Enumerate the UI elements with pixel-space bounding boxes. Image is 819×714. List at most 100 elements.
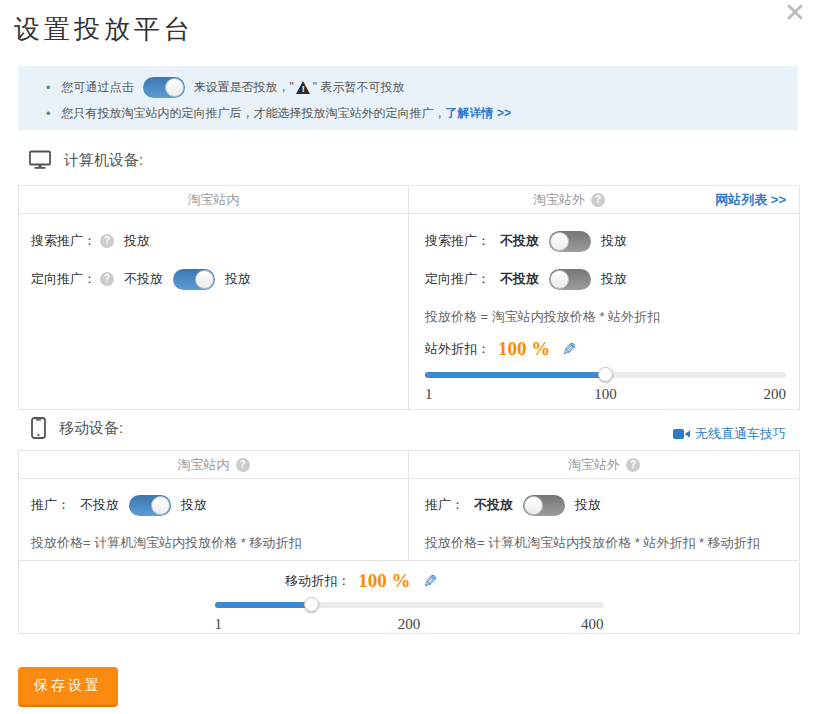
slider-max-label: 200	[764, 386, 787, 403]
wireless-tips-link[interactable]: 无线直通车技巧	[673, 425, 786, 443]
computer-offsite-cell: 搜索推广： 不投放 投放 定向推广： 不投放 投放 投放价格 = 淘宝站内投放价…	[409, 214, 799, 409]
discount-label: 移动折扣：	[285, 572, 350, 590]
discount-label: 站外折扣：	[425, 340, 490, 358]
header-label: 淘宝站外	[568, 456, 620, 474]
mobile-onsite-cell: 推广： 不投放 投放 投放价格= 计算机淘宝站内投放价格 * 移动折扣	[19, 479, 409, 560]
save-settings-button[interactable]: 保存设置	[18, 667, 118, 707]
learn-more-link[interactable]: 了解详情 >>	[446, 105, 511, 122]
edit-pencil-icon[interactable]: ✎	[562, 339, 576, 360]
phone-icon	[31, 417, 46, 439]
mobile-discount-line: 移动折扣： 100 % ✎	[0, 569, 751, 593]
off-label: 不投放	[500, 270, 539, 288]
bullet-icon: •	[46, 80, 51, 95]
slider-mid-label: 200	[398, 616, 421, 633]
slider-fill	[215, 602, 312, 608]
notice-text: " 表示暂不可投放	[313, 79, 405, 96]
on-label: 投放	[601, 270, 627, 288]
toggle-knob	[550, 270, 569, 289]
state-label: 投放	[124, 232, 150, 250]
toggle-knob	[524, 496, 543, 515]
slider-track[interactable]	[215, 602, 604, 608]
mobile-offsite-toggle[interactable]	[523, 495, 565, 516]
toggle-knob	[550, 232, 569, 251]
toggle-knob	[195, 270, 214, 289]
targeted-onsite-toggle[interactable]	[173, 269, 215, 290]
notice-box: • 您可通过点击 来设置是否投放，" ! " 表示暂不可投放 • 您只有投放淘宝…	[18, 66, 798, 130]
promo-row: 推广： 不投放 投放	[425, 492, 799, 518]
targeted-promo-row: 定向推广： ? 不投放 投放	[31, 266, 408, 292]
mobile-offsite-cell: 推广： 不投放 投放 投放价格= 计算机淘宝站内投放价格 * 站外折扣 * 移动…	[409, 479, 799, 560]
computer-onsite-cell: 搜索推广： ? 投放 定向推广： ? 不投放 投放	[19, 214, 409, 409]
help-icon[interactable]: ?	[626, 458, 640, 472]
slider-fill	[425, 372, 606, 378]
mobile-onsite-header: 淘宝站内 ?	[19, 451, 409, 478]
help-icon[interactable]: ?	[236, 458, 250, 472]
slider-min-label: 1	[425, 386, 433, 403]
promo-row: 推广： 不投放 投放	[31, 492, 408, 518]
search-offsite-toggle[interactable]	[549, 231, 591, 252]
discount-value: 100 %	[358, 570, 410, 592]
mobile-section-label: 移动设备:	[59, 419, 123, 438]
computer-section-label: 计算机设备:	[64, 151, 143, 170]
on-label: 投放	[225, 270, 251, 288]
warning-icon: !	[296, 81, 311, 94]
slider-min-label: 1	[215, 616, 223, 633]
monitor-icon	[29, 150, 51, 170]
row-label: 定向推广：	[425, 270, 490, 288]
off-label: 不投放	[474, 496, 513, 514]
row-label: 定向推广：	[31, 270, 96, 288]
price-formula: 投放价格= 计算机淘宝站内投放价格 * 移动折扣	[31, 530, 408, 556]
mobile-discount-row: 移动折扣： 100 % ✎ 1 200 400	[19, 560, 799, 632]
notice-text: 来设置是否投放，"	[194, 79, 294, 96]
mobile-onsite-toggle[interactable]	[129, 495, 171, 516]
mobile-table-header: 淘宝站内 ? 淘宝站外 ?	[19, 451, 799, 479]
on-label: 投放	[181, 496, 207, 514]
targeted-promo-row: 定向推广： 不投放 投放	[425, 266, 799, 292]
notice-line-2: • 您只有投放淘宝站内的定向推广后，才能选择投放淘宝站外的定向推广， 了解详情 …	[46, 102, 798, 124]
mobile-offsite-header: 淘宝站外 ?	[409, 451, 799, 478]
price-formula: 投放价格 = 淘宝站内投放价格 * 站外折扣	[425, 304, 799, 330]
toggle-knob	[151, 496, 170, 515]
close-icon[interactable]	[787, 4, 803, 24]
website-list-link[interactable]: 网站列表 >>	[715, 191, 786, 209]
mobile-table: 淘宝站内 ? 淘宝站外 ? 推广： 不投放 投放 投放价格= 计算机淘宝站内投放…	[18, 450, 800, 634]
slider-max-label: 400	[581, 616, 604, 633]
computer-section-header: 计算机设备:	[29, 150, 143, 170]
off-label: 不投放	[80, 496, 119, 514]
slider-mid-label: 100	[594, 386, 617, 403]
header-label: 淘宝站内	[188, 191, 240, 209]
on-label: 投放	[575, 496, 601, 514]
bullet-icon: •	[46, 106, 51, 121]
computer-table-header: 淘宝站内 淘宝站外 ? 网站列表 >>	[19, 186, 799, 214]
off-label: 不投放	[124, 270, 163, 288]
page-title: 设置投放平台	[14, 12, 194, 47]
row-label: 推广：	[425, 496, 464, 514]
discount-value: 100 %	[498, 338, 550, 360]
slider-handle[interactable]	[598, 367, 613, 382]
search-promo-row: 搜索推广： 不投放 投放	[425, 228, 799, 254]
targeted-offsite-toggle[interactable]	[549, 269, 591, 290]
video-camera-icon	[673, 428, 690, 440]
slider-labels: 1 200 400	[215, 616, 604, 633]
help-icon[interactable]: ?	[100, 272, 114, 286]
computer-offsite-header: 淘宝站外 ? 网站列表 >>	[409, 186, 799, 213]
help-icon[interactable]: ?	[591, 193, 605, 207]
example-toggle[interactable]	[143, 77, 185, 98]
offsite-discount-row: 站外折扣： 100 % ✎	[425, 335, 799, 363]
computer-onsite-header: 淘宝站内	[19, 186, 409, 213]
price-formula: 投放价格= 计算机淘宝站内投放价格 * 站外折扣 * 移动折扣	[425, 530, 799, 556]
help-icon[interactable]: ?	[100, 234, 114, 248]
slider-labels: 1 100 200	[425, 386, 786, 403]
toggle-knob	[165, 78, 184, 97]
edit-pencil-icon[interactable]: ✎	[423, 571, 437, 592]
slider-handle[interactable]	[304, 597, 319, 612]
tips-label: 无线直通车技巧	[695, 425, 786, 443]
notice-text: 您只有投放淘宝站内的定向推广后，才能选择投放淘宝站外的定向推广，	[62, 105, 446, 122]
off-label: 不投放	[500, 232, 539, 250]
slider-track[interactable]	[425, 372, 786, 378]
search-promo-row: 搜索推广： ? 投放	[31, 228, 408, 254]
row-label: 搜索推广：	[31, 232, 96, 250]
header-label: 淘宝站外	[533, 191, 585, 209]
row-label: 搜索推广：	[425, 232, 490, 250]
mobile-section-header: 移动设备:	[31, 417, 123, 439]
